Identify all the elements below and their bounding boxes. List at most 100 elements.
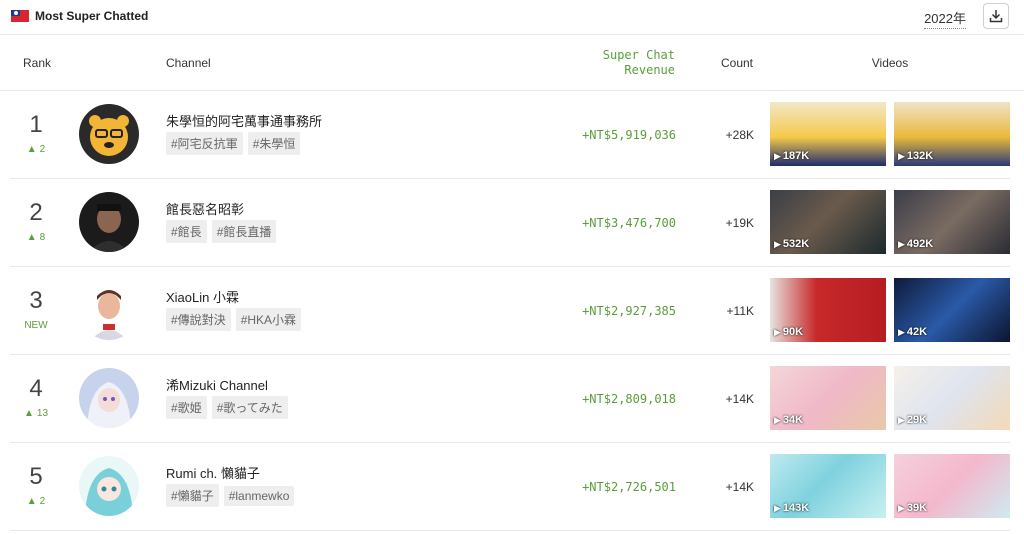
video-views: 532K (782, 238, 810, 250)
page-title: Most Super Chatted (35, 9, 149, 23)
column-header-channel[interactable]: Channel (166, 56, 211, 70)
play-icon: ▶ (898, 415, 905, 425)
play-icon: ▶ (898, 327, 905, 337)
channel-name[interactable]: 浠Mizuki Channel (166, 375, 268, 394)
video-thumbnail[interactable]: ▶ 532K (770, 190, 886, 254)
tag[interactable]: #朱學恒 (247, 132, 301, 155)
table-row[interactable]: 1 ▲ 2 朱學恒的阿宅萬事通事務所 #阿宅反抗軍 #朱學恒 +NT$5,919,0… (10, 91, 1010, 179)
tag[interactable]: #阿宅反抗軍 (166, 132, 243, 155)
revenue-header-line2: Revenue (624, 63, 675, 77)
video-views: 143K (782, 502, 810, 514)
avatar[interactable] (79, 456, 139, 516)
column-header-revenue[interactable]: Super Chat Revenue (590, 48, 675, 78)
video-thumbnail[interactable]: ▶ 132K (894, 102, 1010, 166)
rank-number: 1 (29, 111, 43, 138)
play-icon: ▶ (774, 239, 781, 249)
avatar[interactable] (79, 104, 139, 164)
rank-number: 4 (29, 375, 43, 402)
table-header: Rank Channel Super Chat Revenue Count Vi… (0, 36, 1024, 91)
superchat-count: +14K (725, 480, 754, 494)
play-icon: ▶ (774, 503, 781, 513)
superchat-revenue: +NT$5,919,036 (582, 128, 676, 142)
play-icon: ▶ (774, 151, 781, 161)
video-thumbnail[interactable]: ▶ 90K (770, 278, 886, 342)
video-thumbnail[interactable]: ▶ 42K (894, 278, 1010, 342)
play-icon: ▶ (898, 239, 905, 249)
play-icon: ▶ (774, 327, 781, 337)
column-header-count[interactable]: Count (712, 56, 762, 70)
column-header-videos: Videos (871, 56, 909, 70)
play-icon: ▶ (774, 415, 781, 425)
video-views: 492K (906, 238, 934, 250)
taiwan-flag-icon (11, 10, 29, 22)
rank-change-value: NEW (24, 320, 48, 331)
tag[interactable]: #歌姫 (166, 396, 207, 419)
tag[interactable]: #懶貓子 (166, 484, 219, 507)
tag[interactable]: #館長直播 (211, 220, 277, 243)
rank-up-icon: ▲ (26, 232, 37, 243)
channel-name[interactable]: 館長惡名昭彰 (166, 199, 244, 218)
rank-number: 2 (29, 199, 43, 226)
rank-change-value: 8 (39, 232, 46, 243)
channel-tags: #館長 #館長直播 (166, 220, 281, 243)
rank-number: 5 (29, 463, 43, 490)
channel-tags: #懶貓子 #lanmewko (166, 484, 299, 507)
superchat-revenue: +NT$3,476,700 (582, 216, 676, 230)
video-views: 34K (782, 414, 804, 426)
video-thumbnail[interactable]: ▶ 39K (894, 454, 1010, 518)
rank-change: ▲ 8 (10, 232, 62, 243)
table-row[interactable]: 4 ▲ 13 浠Mizuki Channel #歌姫 #歌ってみた +NT$2,80… (10, 355, 1010, 443)
superchat-count: +11K (726, 304, 754, 318)
rank-up-icon: ▲ (26, 144, 37, 155)
year-selector[interactable]: 2022年 (924, 8, 966, 29)
video-views: 29K (906, 414, 928, 426)
tag[interactable]: #館長 (166, 220, 207, 243)
video-thumbnail[interactable]: ▶ 492K (894, 190, 1010, 254)
superchat-count: +14K (725, 392, 754, 406)
channel-name[interactable]: 朱學恒的阿宅萬事通事務所 (166, 111, 322, 130)
channel-tags: #歌姫 #歌ってみた (166, 396, 293, 419)
superchat-count: +19K (725, 216, 754, 230)
table-row[interactable]: 3 NEW XiaoLin 小霖 #傳說對決 #HKA小霖 +NT$2,927,3… (10, 267, 1010, 355)
video-thumbnail[interactable]: ▶ 34K (770, 366, 886, 430)
avatar[interactable] (79, 368, 139, 428)
channel-name[interactable]: Rumi ch. 懶貓子 (166, 463, 260, 482)
video-views: 42K (906, 326, 928, 338)
rank-change: NEW (10, 320, 62, 331)
rank-change: ▲ 13 (10, 408, 62, 419)
tag[interactable]: #lanmewko (223, 486, 295, 506)
play-icon: ▶ (898, 503, 905, 513)
avatar[interactable] (79, 192, 139, 252)
rank-up-icon: ▲ (23, 408, 34, 419)
rank-up-icon: ▲ (26, 496, 37, 507)
download-button[interactable] (983, 3, 1009, 29)
channel-tags: #阿宅反抗軍 #朱學恒 (166, 132, 305, 155)
rank-change-value: 13 (36, 408, 49, 419)
rank-change-value: 2 (39, 496, 46, 507)
rank-number: 3 (29, 287, 43, 314)
rank-change: ▲ 2 (10, 496, 62, 507)
download-icon (989, 10, 1003, 23)
tag[interactable]: #傳說對決 (166, 308, 231, 331)
tag[interactable]: #歌ってみた (211, 396, 288, 419)
channel-tags: #傳說對決 #HKA小霖 (166, 308, 306, 331)
tag[interactable]: #HKA小霖 (235, 308, 302, 331)
video-views: 90K (782, 326, 804, 338)
page-header: Most Super Chatted 2022年 (0, 0, 1024, 35)
video-views: 187K (782, 150, 810, 162)
table-row[interactable]: 2 ▲ 8 館長惡名昭彰 #館長 #館長直播 +NT$3,476,700 +19K … (10, 179, 1010, 267)
channel-name[interactable]: XiaoLin 小霖 (166, 287, 239, 306)
table-row[interactable]: 5 ▲ 2 Rumi ch. 懶貓子 #懶貓子 #lanmewko +NT$2,72… (10, 443, 1010, 531)
video-thumbnail[interactable]: ▶ 187K (770, 102, 886, 166)
superchat-revenue: +NT$2,726,501 (582, 480, 676, 494)
play-icon: ▶ (898, 151, 905, 161)
superchat-revenue: +NT$2,809,018 (582, 392, 676, 406)
column-header-rank[interactable]: Rank (23, 56, 51, 70)
video-thumbnail[interactable]: ▶ 143K (770, 454, 886, 518)
rank-change: ▲ 2 (10, 144, 62, 155)
revenue-header-line1: Super Chat (602, 48, 675, 62)
video-thumbnail[interactable]: ▶ 29K (894, 366, 1010, 430)
superchat-count: +28K (725, 128, 754, 142)
avatar[interactable] (79, 280, 139, 340)
rank-change-value: 2 (39, 144, 46, 155)
